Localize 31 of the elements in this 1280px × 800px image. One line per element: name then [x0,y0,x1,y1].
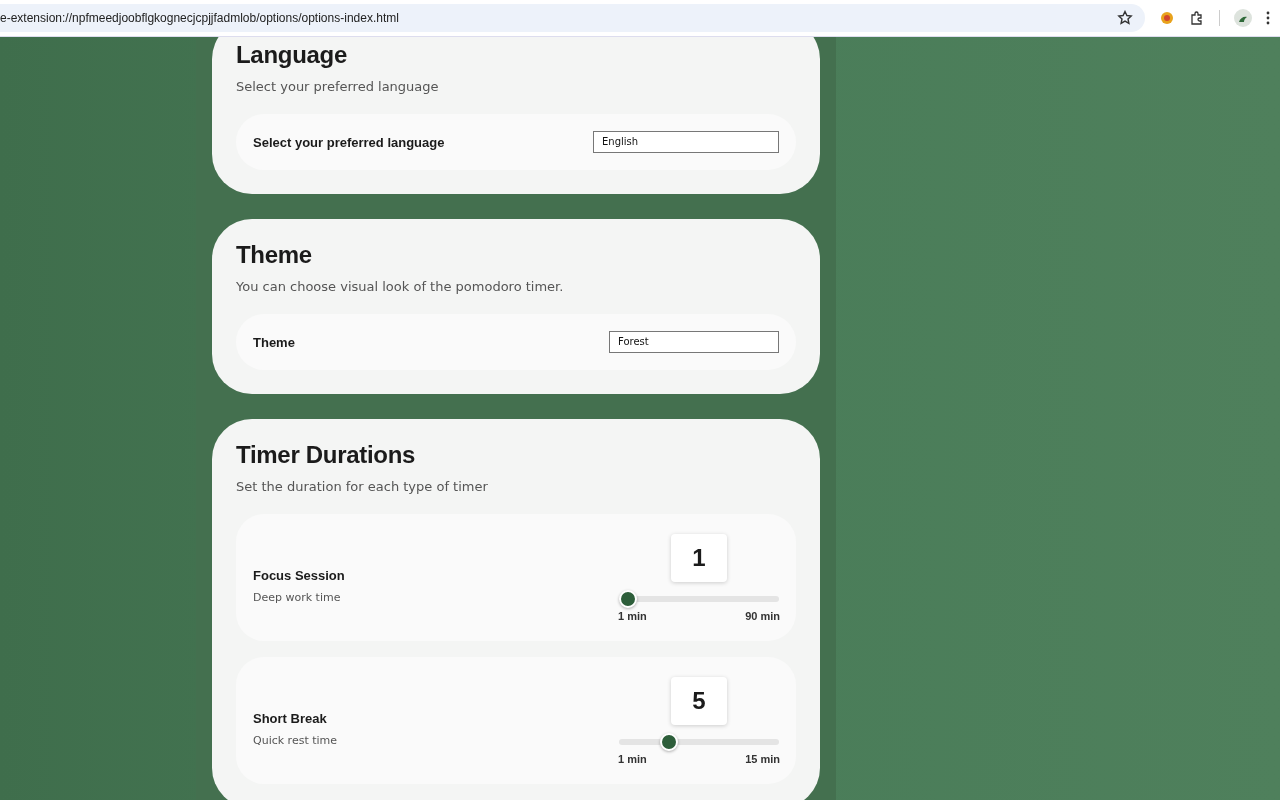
card-description: You can choose visual look of the pomodoro timer. [236,279,565,294]
menu-icon[interactable] [1266,11,1270,25]
card-title: Language [236,41,348,69]
setting-label: Focus Session [253,567,345,583]
setting-label: Theme [253,334,295,350]
min-label: 1 min [618,609,647,622]
setting-hint: Deep work time [253,590,342,604]
address-bar[interactable]: e-extension://npfmeedjoobflgkognecjcpjjfadmlob/options/options-index.html [0,4,1145,32]
url-text: e-extension://npfmeedjoobflgkognecjcpjjfadmlob/options/options-index.html [0,11,399,25]
slider[interactable] [619,732,779,751]
min-label: 1 min [618,752,647,765]
card-description: Select your preferred language [236,79,440,94]
setting-label: Select your preferred language [253,134,445,150]
slider-thumb[interactable] [619,589,637,608]
extension-icon[interactable] [1159,10,1175,26]
setting-hint: Quick rest time [253,733,338,747]
max-label: 90 min [745,609,780,622]
max-label: 15 min [745,752,780,765]
select-field[interactable]: Forest [609,331,779,353]
star-icon[interactable] [1117,10,1133,26]
slider[interactable] [619,589,779,608]
puzzle-icon[interactable] [1189,10,1205,26]
setting-label: Short Break [253,710,328,726]
slider-thumb[interactable] [659,732,678,751]
avatar-icon[interactable] [1234,9,1252,27]
value-display: 5 [671,676,727,725]
card-title: Timer Durations [236,441,417,469]
card-title: Theme [236,241,313,269]
value-display: 1 [671,533,727,582]
select-field[interactable]: English [593,131,779,153]
card-description: Set the duration for each type of timer [236,479,489,494]
